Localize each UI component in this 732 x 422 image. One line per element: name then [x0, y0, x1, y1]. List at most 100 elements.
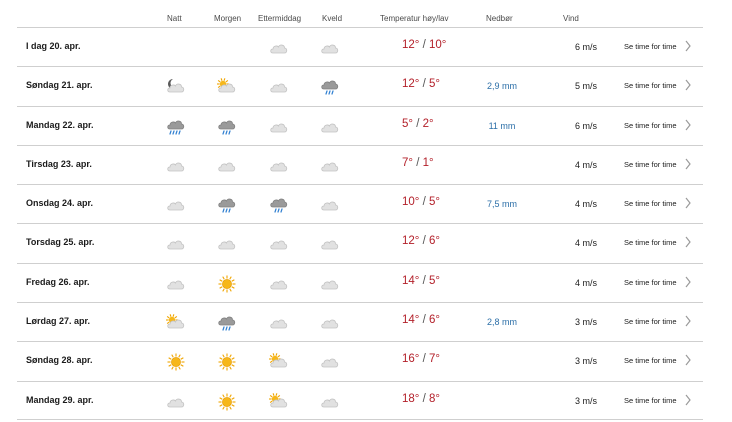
hour-by-hour-link[interactable]: Se time for time [624, 81, 677, 90]
temp-low: 7° [428, 353, 440, 366]
temperature: 12° / 10° [402, 39, 447, 51]
forecast-row[interactable]: Lørdag 27. apr. 14° / 6° 2,8 mm 3 m/s Se… [17, 302, 703, 341]
forecast-row[interactable]: Mandag 22. apr. 5° / 2° 11 mm 6 m/s Se t… [17, 105, 703, 145]
forecast-row[interactable]: I dag 20. apr. 12° / 10° 6 m/s Se time f… [17, 27, 703, 66]
chevron-right-icon[interactable] [684, 118, 692, 132]
row-date: Mandag 29. apr. [26, 394, 94, 405]
cloud-icon [216, 234, 238, 254]
forecast-row[interactable]: Fredag 26. apr. 14° / 5° 4 m/s Se time f… [17, 262, 703, 302]
forecast-row[interactable]: Tirsdag 23. apr. 7° / 1° 4 m/s Se time f… [17, 144, 703, 184]
wind: 3 m/s [574, 317, 597, 328]
chevron-right-icon[interactable] [684, 39, 692, 53]
heavy-rain-cloud-icon [165, 117, 187, 137]
wind: 6 m/s [574, 120, 597, 131]
hour-by-hour-link[interactable]: Se time for time [624, 238, 677, 247]
temperature: 5° / 2° [402, 117, 434, 130]
header-ettermiddag: Ettermiddag [258, 14, 302, 23]
hour-by-hour-link[interactable]: Se time for time [624, 121, 677, 130]
precipitation: 2,8 mm [486, 317, 517, 328]
temperature: 14° / 6° [402, 314, 440, 327]
temp-low: 5° [428, 196, 440, 209]
precipitation: 7,5 mm [486, 199, 517, 210]
cloud-icon [319, 38, 341, 58]
row-date: Onsdag 24. apr. [26, 198, 94, 209]
header-temperatur: Temperatur høy/lav [380, 14, 449, 23]
temp-low: 1° [422, 156, 434, 169]
wind: 5 m/s [574, 81, 597, 92]
sun-cloud-icon [216, 77, 238, 97]
sun-icon [216, 274, 238, 294]
row-date: Tirsdag 23. apr. [26, 158, 92, 169]
sun-icon [165, 352, 187, 372]
forecast-row[interactable]: Mandag 29. apr. 18° / 8° 3 m/s Se time f… [17, 380, 703, 420]
row-date: I dag 20. apr. [26, 41, 81, 51]
chevron-right-icon[interactable] [684, 235, 692, 249]
temp-low: 5° [428, 78, 440, 91]
forecast-row[interactable]: Søndag 28. apr. 16° / 7° 3 m/s Se time f… [17, 341, 703, 380]
temp-high: 12° [402, 39, 420, 51]
temp-low: 6° [428, 235, 440, 248]
chevron-right-icon[interactable] [684, 393, 692, 407]
sun-cloud-icon [165, 313, 187, 333]
cloud-icon [319, 117, 341, 137]
hour-by-hour-link[interactable]: Se time for time [624, 396, 677, 405]
chevron-right-icon[interactable] [684, 314, 692, 328]
wind: 4 m/s [574, 199, 597, 210]
precipitation: 11 mm [488, 120, 516, 131]
header-natt: Natt [167, 14, 182, 23]
wind: 4 m/s [574, 159, 597, 170]
table-header: Natt Morgen Ettermiddag Kveld Temperatur… [0, 0, 732, 28]
header-vind: Vind [563, 14, 579, 23]
rain-cloud-icon [216, 117, 238, 137]
hour-by-hour-link[interactable]: Se time for time [624, 317, 677, 326]
rain-cloud-icon [268, 195, 290, 215]
forecast-row[interactable]: Søndag 21. apr. 12° / 5° 2,9 mm 5 m/s Se… [17, 66, 703, 105]
wind: 4 m/s [574, 277, 597, 288]
hour-by-hour-link[interactable]: Se time for time [624, 199, 677, 208]
temp-low: 5° [428, 274, 440, 287]
chevron-right-icon[interactable] [684, 353, 692, 367]
cloud-icon [268, 156, 290, 176]
cloud-icon [165, 195, 187, 215]
rain-cloud-icon [216, 313, 238, 333]
temp-high: 14° [402, 314, 420, 327]
row-date: Torsdag 25. apr. [26, 237, 95, 248]
wind: 3 m/s [574, 356, 597, 367]
wind: 6 m/s [574, 42, 597, 52]
cloud-icon [216, 156, 238, 176]
hour-by-hour-link[interactable]: Se time for time [624, 42, 677, 51]
chevron-right-icon[interactable] [684, 78, 692, 92]
cloud-icon [319, 352, 341, 372]
cloud-icon [165, 274, 187, 294]
temperature: 12° / 5° [402, 78, 440, 91]
hour-by-hour-link[interactable]: Se time for time [624, 160, 677, 169]
cloud-icon [165, 234, 187, 254]
precipitation: 2,9 mm [486, 81, 517, 92]
morgen-icon [216, 38, 238, 58]
temp-high: 18° [402, 392, 420, 405]
cloud-icon [268, 234, 290, 254]
cloud-icon [268, 274, 290, 294]
hour-by-hour-link[interactable]: Se time for time [624, 356, 677, 365]
chevron-right-icon[interactable] [684, 157, 692, 171]
temp-high: 5° [402, 117, 413, 130]
forecast-row[interactable]: Onsdag 24. apr. 10° / 5° 7,5 mm 4 m/s Se… [17, 184, 703, 223]
forecast-row[interactable]: Torsdag 25. apr. 12° / 6° 4 m/s Se time … [17, 223, 703, 262]
row-date: Mandag 22. apr. [26, 119, 94, 130]
cloud-icon [319, 392, 341, 412]
temp-low: 6° [428, 314, 440, 327]
cloud-icon [319, 274, 341, 294]
temp-high: 12° [402, 235, 420, 248]
sun-icon [216, 352, 238, 372]
row-date: Fredag 26. apr. [26, 276, 90, 287]
cloud-icon [268, 77, 290, 97]
cloud-icon [319, 195, 341, 215]
cloud-icon [319, 313, 341, 333]
cloud-icon [268, 313, 290, 333]
chevron-right-icon[interactable] [684, 196, 692, 210]
chevron-right-icon[interactable] [684, 275, 692, 289]
sun-icon [216, 392, 238, 412]
rain-cloud-icon [216, 195, 238, 215]
hour-by-hour-link[interactable]: Se time for time [624, 278, 677, 287]
header-morgen: Morgen [214, 14, 242, 23]
